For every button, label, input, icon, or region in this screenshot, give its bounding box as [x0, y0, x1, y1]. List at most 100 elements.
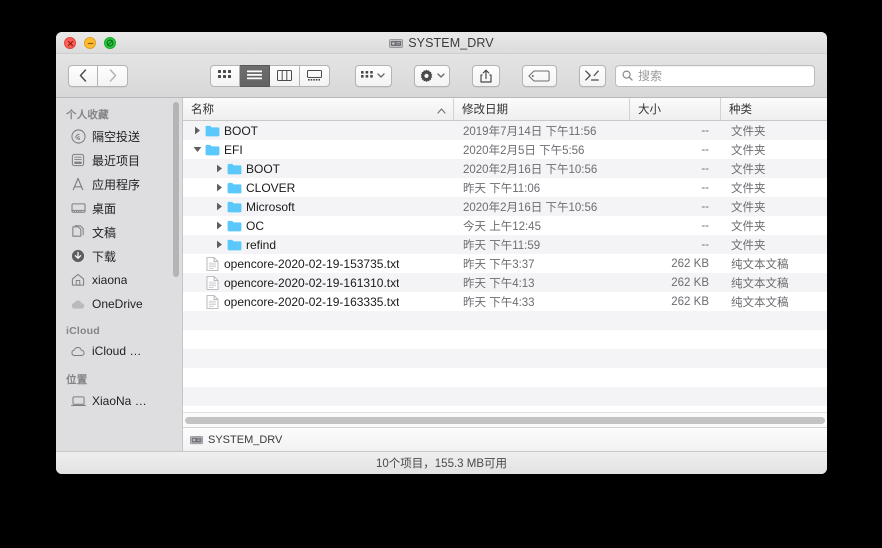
sidebar-item-onedrive[interactable]: OneDrive [56, 292, 182, 316]
file-kind: 纯文本文稿 [731, 296, 789, 309]
empty-row [183, 387, 827, 406]
horizontal-scrollbar-thumb[interactable] [185, 416, 825, 424]
path-bar[interactable]: SYSTEM_DRV [183, 427, 827, 451]
sidebar-item-label: 最近项目 [92, 153, 141, 168]
sidebar-item-label: XiaoNa … [92, 394, 147, 408]
column-header-kind-label: 种类 [729, 104, 752, 116]
group-by-button[interactable] [355, 64, 392, 87]
file-date: 2020年2月16日 下午10:56 [463, 201, 598, 214]
window-body: 个人收藏 隔空投送 最近项目 应用程序 桌面 文稿 下载 xiaona OneD… [56, 98, 827, 451]
sidebar-item-documents[interactable]: 文稿 [56, 220, 182, 244]
table-row[interactable]: OC 今天 上午12:45 -- 文件夹 [183, 216, 827, 235]
toolbar: 搜索 [56, 54, 827, 98]
disclosure-triangle[interactable] [212, 183, 226, 192]
column-header-date[interactable]: 修改日期 [454, 98, 630, 120]
sidebar-item-label: 应用程序 [92, 177, 141, 192]
table-row[interactable]: refind 昨天 下午11:59 -- 文件夹 [183, 235, 827, 254]
file-name: opencore-2020-02-19-163335.txt [224, 294, 400, 309]
sidebar-item-home[interactable]: xiaona [56, 268, 182, 292]
horizontal-scrollbar[interactable] [183, 412, 827, 427]
file-icon [204, 275, 221, 290]
view-switcher [210, 64, 330, 87]
sidebar-item-downloads[interactable]: 下载 [56, 244, 182, 268]
forward-button[interactable] [98, 64, 128, 87]
file-date: 今天 上午12:45 [463, 220, 541, 233]
maximize-button[interactable] [104, 37, 116, 49]
window-title-group: SYSTEM_DRV [56, 32, 827, 54]
file-size: 262 KB [671, 295, 709, 308]
file-size: -- [701, 124, 709, 137]
status-bar: 10个项目，155.3 MB可用 [56, 451, 827, 474]
table-row[interactable]: opencore-2020-02-19-161310.txt 昨天 下午4:13 2… [183, 273, 827, 292]
sidebar-item-desktop[interactable]: 桌面 [56, 196, 182, 220]
gallery-view-button[interactable] [300, 64, 330, 87]
column-header-kind[interactable]: 种类 [721, 98, 827, 120]
disclosure-triangle[interactable] [212, 240, 226, 249]
column-header-size[interactable]: 大小 [630, 98, 721, 120]
file-icon [226, 182, 243, 194]
sidebar-item-icloud-drive[interactable]: iCloud … [56, 339, 182, 363]
file-icon [204, 294, 221, 309]
file-date: 昨天 下午4:33 [463, 296, 535, 309]
icon-view-button[interactable] [210, 64, 240, 87]
file-size: -- [701, 181, 709, 194]
disclosure-triangle[interactable] [212, 164, 226, 173]
table-row[interactable]: CLOVER 昨天 下午11:06 -- 文件夹 [183, 178, 827, 197]
close-button[interactable] [64, 37, 76, 49]
file-kind: 文件夹 [731, 239, 766, 252]
sidebar-item-label: 文稿 [92, 225, 117, 240]
file-name: CLOVER [246, 180, 296, 195]
table-row[interactable]: Microsoft 2020年2月16日 下午10:56 -- 文件夹 [183, 197, 827, 216]
table-row[interactable]: opencore-2020-02-19-163335.txt 昨天 下午4:33 2… [183, 292, 827, 311]
disclosure-collapsed-icon [216, 183, 222, 192]
column-header: 名称 修改日期 大小 种类 [183, 98, 827, 121]
file-name: BOOT [246, 161, 281, 176]
title-bar[interactable]: SYSTEM_DRV [56, 32, 827, 54]
disclosure-triangle[interactable] [190, 126, 204, 135]
file-date: 2020年2月5日 下午5:56 [463, 144, 585, 157]
file-name-cell: opencore-2020-02-19-153735.txt [183, 257, 454, 271]
file-name-cell: CLOVER [183, 181, 454, 195]
sidebar-item-recents[interactable]: 最近项目 [56, 148, 182, 172]
disclosure-triangle[interactable] [190, 146, 204, 153]
file-name-cell: refind [183, 238, 454, 252]
tag-button[interactable] [521, 64, 557, 87]
file-size: -- [701, 143, 709, 156]
file-name: refind [246, 237, 277, 252]
table-row[interactable]: BOOT 2019年7月14日 下午11:56 -- 文件夹 [183, 121, 827, 140]
file-icon [204, 144, 221, 156]
file-name: EFI [224, 142, 243, 157]
sidebar-item-applications[interactable]: 应用程序 [56, 172, 182, 196]
window-title: SYSTEM_DRV [408, 36, 494, 50]
minimize-button[interactable] [84, 37, 96, 49]
sidebar-group-favorites-title: 个人收藏 [66, 109, 109, 121]
column-header-name[interactable]: 名称 [183, 98, 454, 120]
file-name: opencore-2020-02-19-161310.txt [224, 275, 400, 290]
chevron-down-icon [377, 73, 385, 78]
folder-icon [227, 201, 242, 212]
folder-icon [227, 239, 242, 250]
empty-row [183, 330, 827, 349]
disclosure-triangle[interactable] [212, 202, 226, 211]
list-view-button[interactable] [240, 64, 270, 87]
table-row[interactable]: EFI 2020年2月5日 下午5:56 -- 文件夹 [183, 140, 827, 159]
share-button[interactable] [472, 64, 500, 87]
search-input[interactable]: 搜索 [614, 64, 816, 87]
file-kind: 文件夹 [731, 220, 766, 233]
column-view-button[interactable] [270, 64, 300, 87]
table-row[interactable]: BOOT 2020年2月16日 下午10:56 -- 文件夹 [183, 159, 827, 178]
terminal-button[interactable] [578, 64, 606, 87]
table-row[interactable]: opencore-2020-02-19-153735.txt 昨天 下午3:37 2… [183, 254, 827, 273]
disclosure-triangle[interactable] [212, 221, 226, 230]
empty-row [183, 406, 827, 412]
file-kind: 文件夹 [731, 163, 766, 176]
action-gear-button[interactable] [413, 64, 451, 87]
search-placeholder: 搜索 [637, 69, 662, 83]
sidebar-item-label: iCloud … [92, 344, 142, 358]
sidebar-item-xiaona-mac[interactable]: XiaoNa … [56, 389, 182, 413]
sidebar-scrollbar[interactable] [173, 102, 179, 277]
hard-disk-icon [389, 38, 404, 48]
terminal-icon [585, 70, 600, 81]
back-button[interactable] [68, 64, 98, 87]
sidebar-item-airdrop[interactable]: 隔空投送 [56, 124, 182, 148]
